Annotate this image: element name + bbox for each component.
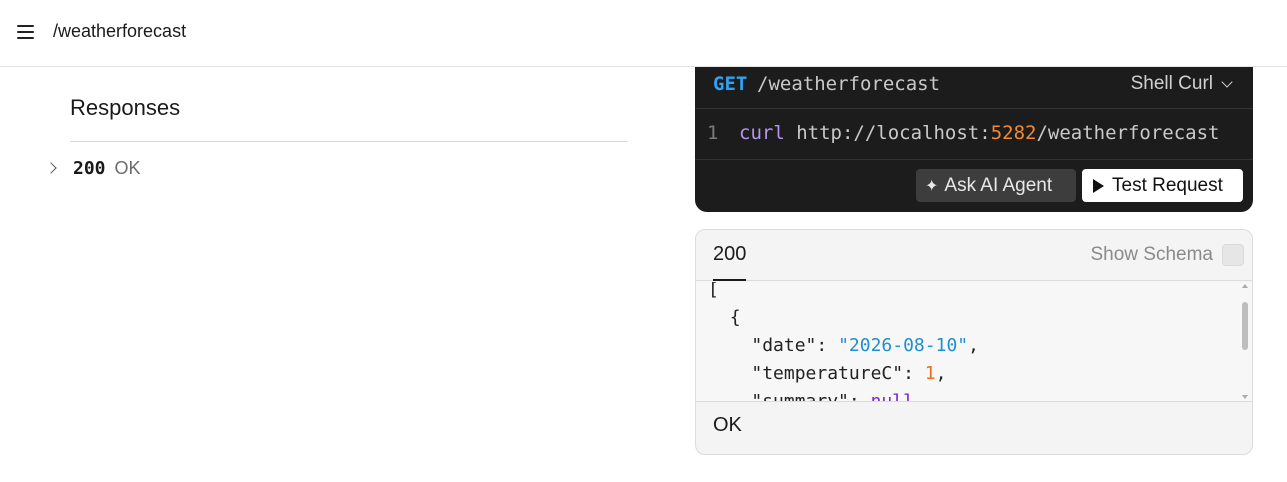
- request-example-card: GET /weatherforecast Shell Curl 1 curl h…: [695, 67, 1253, 212]
- page-title: /weatherforecast: [53, 21, 187, 41]
- json-scrollbar[interactable]: [1241, 282, 1249, 401]
- json-open-bracket: [: [708, 282, 719, 300]
- code-url-suffix: /weatherforecast: [1036, 122, 1220, 144]
- code-url-prefix: http://localhost:: [796, 122, 991, 144]
- code-snippet: 1 curl http://localhost:5282/weatherfore…: [695, 110, 1253, 160]
- response-200-row[interactable]: 200 OK: [44, 155, 141, 181]
- request-header: GET /weatherforecast Shell Curl: [695, 67, 1253, 109]
- tab-200[interactable]: 200: [713, 230, 747, 281]
- request-path: /weatherforecast: [757, 73, 941, 95]
- json-key-date: "date": [751, 335, 817, 356]
- ask-ai-agent-label: Ask AI Agent: [944, 174, 1053, 196]
- json-key-temperature: "temperatureC": [751, 363, 904, 384]
- sparkle-icon: ✦: [925, 177, 939, 195]
- response-header: 200 Show Schema: [696, 230, 1252, 281]
- json-key-summary: "summary": [751, 391, 849, 402]
- json-value-temperature: 1: [924, 363, 936, 384]
- language-select-label: Shell Curl: [1130, 73, 1213, 94]
- json-body: [ { "date": "2026-08-10", "temperatureC"…: [708, 282, 979, 402]
- language-select[interactable]: Shell Curl: [1130, 73, 1233, 95]
- json-value-date: "2026-08-10": [838, 335, 969, 356]
- response-example-card: 200 Show Schema [ { "date": "2026-08-10"…: [695, 229, 1253, 455]
- chevron-down-icon: [1221, 76, 1233, 88]
- code-text: curl http://localhost:5282/weatherforeca…: [739, 122, 1219, 144]
- play-icon: [1093, 178, 1104, 193]
- response-status-code: 200: [73, 157, 106, 179]
- scroll-down-arrow-icon[interactable]: [1242, 395, 1248, 399]
- line-number: 1: [707, 122, 719, 144]
- response-json[interactable]: [ { "date": "2026-08-10", "temperatureC"…: [696, 282, 1252, 402]
- json-open-brace: {: [729, 307, 741, 328]
- test-request-label: Test Request: [1112, 174, 1223, 196]
- code-command: curl: [739, 122, 785, 144]
- show-schema-label: Show Schema: [1090, 244, 1213, 265]
- show-schema-checkbox[interactable]: [1222, 244, 1244, 266]
- responses-heading: Responses: [70, 95, 181, 120]
- code-url-port: 5282: [990, 122, 1037, 144]
- test-request-button[interactable]: Test Request: [1082, 169, 1243, 202]
- response-status-text: OK: [114, 157, 141, 178]
- scroll-up-arrow-icon[interactable]: [1242, 284, 1248, 288]
- top-bar: /weatherforecast: [0, 0, 1287, 67]
- ask-ai-agent-button[interactable]: ✦ Ask AI Agent: [916, 169, 1076, 202]
- responses-divider: [70, 141, 628, 142]
- response-description: OK: [713, 414, 742, 436]
- http-method: GET: [713, 73, 748, 95]
- hamburger-menu-icon[interactable]: [17, 25, 34, 39]
- json-value-summary: null: [870, 391, 914, 402]
- chevron-right-icon: [45, 162, 57, 174]
- scroll-thumb[interactable]: [1242, 302, 1248, 350]
